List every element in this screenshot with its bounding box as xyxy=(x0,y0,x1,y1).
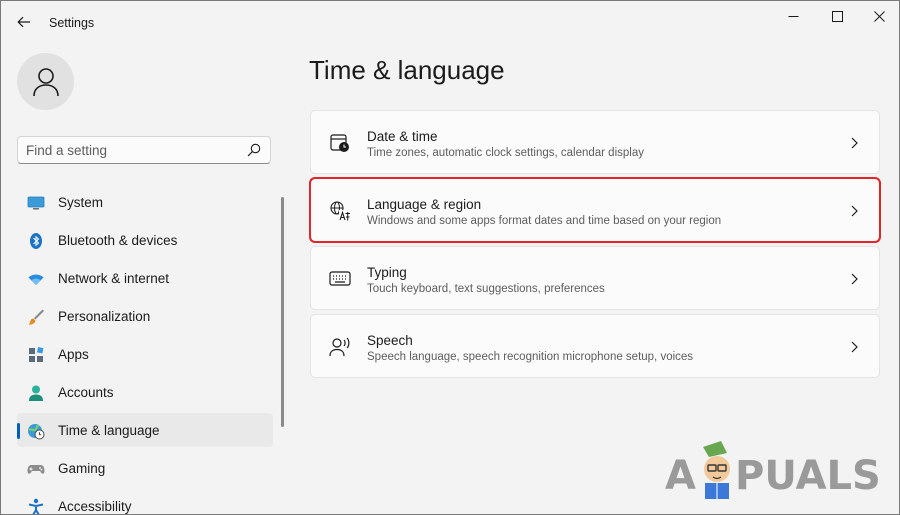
sidebar-item-label: Gaming xyxy=(58,461,106,476)
sidebar-scrollbar[interactable] xyxy=(281,197,284,427)
bluetooth-icon xyxy=(30,233,42,249)
appuals-watermark-logo: A PUALS xyxy=(665,441,878,499)
maximize-button[interactable] xyxy=(815,1,859,31)
card-title: Language & region xyxy=(367,197,482,212)
chevron-right-icon xyxy=(851,273,858,285)
page-title: Time & language xyxy=(309,55,505,85)
sidebar-item-time-language[interactable]: Time & language xyxy=(17,413,273,447)
system-icon xyxy=(27,196,45,210)
sidebar-item-bluetooth[interactable]: Bluetooth & devices xyxy=(17,223,273,257)
card-title: Speech xyxy=(367,333,413,348)
close-icon xyxy=(873,10,885,22)
language-icon xyxy=(330,201,350,221)
sidebar-item-label: Accessibility xyxy=(58,499,132,514)
sidebar-item-accessibility[interactable]: Accessibility xyxy=(17,489,273,514)
calendar-clock-icon xyxy=(330,134,349,152)
sidebar-item-label: Bluetooth & devices xyxy=(58,233,178,248)
chevron-right-icon xyxy=(851,205,858,217)
back-button[interactable] xyxy=(11,9,37,35)
card-date-time[interactable]: Date & time Time zones, automatic clock … xyxy=(310,110,880,174)
sidebar-item-network[interactable]: Network & internet xyxy=(17,261,273,295)
gamepad-icon xyxy=(27,465,45,474)
watermark-text-right: PUALS xyxy=(735,453,878,499)
keyboard-icon xyxy=(329,271,351,286)
settings-window: Settings Find a setting System Bluetooth… xyxy=(0,0,900,515)
card-title: Date & time xyxy=(367,129,438,144)
search-icon[interactable] xyxy=(247,143,261,157)
title-bar: Settings xyxy=(1,1,899,43)
minimize-icon xyxy=(788,15,798,17)
card-language-region[interactable]: Language & region Windows and some apps … xyxy=(309,177,881,243)
brush-icon xyxy=(28,309,44,325)
sidebar-item-apps[interactable]: Apps xyxy=(17,337,273,371)
wifi-icon xyxy=(28,274,44,285)
sidebar-item-accounts[interactable]: Accounts xyxy=(17,375,273,409)
sidebar-item-label: Accounts xyxy=(58,385,114,400)
minimize-button[interactable] xyxy=(771,1,815,31)
app-title: Settings xyxy=(49,16,95,30)
card-description: Time zones, automatic clock settings, ca… xyxy=(367,147,644,159)
globe-clock-icon xyxy=(28,424,45,440)
user-icon xyxy=(32,67,59,96)
card-speech[interactable]: Speech Speech language, speech recogniti… xyxy=(310,314,880,378)
mascot-icon xyxy=(703,441,730,499)
apps-icon xyxy=(29,347,44,362)
search-box[interactable] xyxy=(17,136,271,164)
sidebar-item-label: Time & language xyxy=(58,423,160,438)
card-description: Touch keyboard, text suggestions, prefer… xyxy=(367,283,605,295)
accessibility-icon xyxy=(28,498,44,514)
card-description: Windows and some apps format dates and t… xyxy=(367,215,722,227)
search-input[interactable] xyxy=(26,141,236,159)
sidebar-item-gaming[interactable]: Gaming xyxy=(17,451,273,485)
sidebar-item-label: Network & internet xyxy=(58,271,170,286)
sidebar-item-label: Apps xyxy=(58,347,89,362)
back-arrow-icon xyxy=(17,16,30,28)
chevron-right-icon xyxy=(851,341,858,353)
settings-card-list: Date & time Time zones, automatic clock … xyxy=(309,110,881,382)
watermark-text-left: A xyxy=(665,453,696,499)
chevron-right-icon xyxy=(851,137,858,149)
sidebar-item-personalization[interactable]: Personalization xyxy=(17,299,273,333)
maximize-icon xyxy=(831,10,843,22)
sidebar-item-label: Personalization xyxy=(58,309,151,324)
sidebar-item-system[interactable]: System xyxy=(17,185,273,219)
sidebar-item-label: System xyxy=(58,195,104,210)
card-typing[interactable]: Typing Touch keyboard, text suggestions,… xyxy=(310,246,880,310)
avatar[interactable] xyxy=(17,53,74,110)
accounts-icon xyxy=(29,385,43,401)
card-title: Typing xyxy=(367,265,407,280)
sidebar-nav: System Bluetooth & devices Network & int… xyxy=(17,185,273,514)
close-button[interactable] xyxy=(857,1,899,31)
card-description: Speech language, speech recognition micr… xyxy=(367,351,694,363)
speech-icon xyxy=(329,337,350,357)
